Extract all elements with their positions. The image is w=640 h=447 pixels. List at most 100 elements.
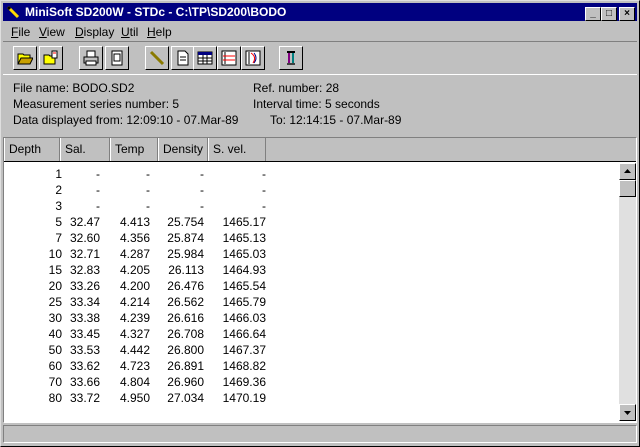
grid-header: Depth Sal. Temp Density S. vel. — [4, 138, 636, 162]
table-cell: 1465.79 — [222, 295, 266, 309]
table-cell: 33.62 — [69, 359, 100, 373]
minimize-button[interactable]: _ — [585, 7, 601, 21]
column-header-depth[interactable]: Depth — [4, 138, 60, 161]
scroll-up-button[interactable] — [619, 163, 636, 180]
table-cell: - — [200, 183, 204, 197]
print-preview-icon — [111, 50, 123, 66]
table-cell: 1465.13 — [222, 231, 266, 245]
table-cell: 33.38 — [69, 311, 100, 325]
table-cell: 4.442 — [119, 343, 150, 357]
profile-graph-icon — [245, 50, 261, 66]
table-cell: 4.205 — [119, 263, 150, 277]
table-row[interactable]: 50 33.53 4.442 26.800 1467.37 — [4, 343, 619, 359]
menu-view[interactable]: View — [39, 25, 65, 39]
maximize-button[interactable]: □ — [601, 7, 617, 21]
print-button[interactable] — [79, 46, 103, 70]
table-cell: 4.413 — [119, 215, 150, 229]
displayed-to: To: 12:14:15 - 07.Mar-89 — [270, 113, 402, 127]
print-preview-button[interactable] — [105, 46, 129, 70]
profile-graph-button[interactable] — [241, 46, 265, 70]
instrument-icon — [287, 51, 295, 65]
table-cell: 33.66 — [69, 375, 100, 389]
table-cell: 4.287 — [119, 247, 150, 261]
pen-icon — [149, 50, 165, 66]
table-row[interactable]: 5 32.47 4.413 25.754 1465.17 — [4, 215, 619, 231]
table-cell: - — [200, 199, 204, 213]
toolbar — [3, 41, 637, 75]
table-cell: 30 — [48, 311, 62, 325]
table-row[interactable]: 25 33.34 4.214 26.562 1465.79 — [4, 295, 619, 311]
column-header-temp[interactable]: Temp — [110, 138, 158, 161]
table-row[interactable]: 40 33.45 4.327 26.708 1466.64 — [4, 327, 619, 343]
vertical-scrollbar[interactable] — [619, 163, 636, 421]
table-cell: 4.327 — [119, 327, 150, 341]
table-cell: - — [262, 183, 266, 197]
interval-time: Interval time: 5 seconds — [253, 97, 380, 111]
scroll-thumb[interactable] — [619, 180, 636, 197]
scroll-down-button[interactable] — [619, 404, 636, 421]
table-cell: 4.200 — [119, 279, 150, 293]
table-row[interactable]: 1 - - - - — [4, 167, 619, 183]
table-cell: 4.804 — [119, 375, 150, 389]
table-cell: 26.708 — [167, 327, 204, 341]
table-row[interactable]: 15 32.83 4.205 26.113 1464.93 — [4, 263, 619, 279]
table-row[interactable]: 80 33.72 4.950 27.034 1470.19 — [4, 391, 619, 407]
title-bar[interactable]: MiniSoft SD200W - STDc - C:\TP\SD200\BOD… — [3, 3, 637, 21]
table-cell: 26.616 — [167, 311, 204, 325]
table-cell: 60 — [48, 359, 62, 373]
status-bar — [3, 425, 637, 443]
table-cell: 4.239 — [119, 311, 150, 325]
file-name: File name: BODO.SD2 — [13, 81, 135, 95]
menu-help[interactable]: Help — [147, 25, 172, 39]
table-row[interactable]: 70 33.66 4.804 26.960 1469.36 — [4, 375, 619, 391]
table-cell: - — [146, 183, 150, 197]
instrument-button[interactable] — [279, 46, 303, 70]
document-button[interactable] — [171, 46, 195, 70]
open-folder-button[interactable] — [13, 46, 37, 70]
graph-button[interactable] — [217, 46, 241, 70]
close-button[interactable]: × — [619, 7, 635, 21]
table-row[interactable]: 30 33.38 4.239 26.616 1466.03 — [4, 311, 619, 327]
table-cell: 80 — [48, 391, 62, 405]
menu-display[interactable]: Display — [75, 25, 114, 39]
table-cell: 33.45 — [69, 327, 100, 341]
table-row[interactable]: 3 - - - - — [4, 199, 619, 215]
table-button[interactable] — [193, 46, 217, 70]
column-header-density[interactable]: Density — [158, 138, 208, 161]
table-cell: 26.476 — [167, 279, 204, 293]
grid-rows: 1 - - - - 2 - - - - 3 - - - - 5 32.47 4.413 25.754 1465.17 7… — [4, 163, 619, 421]
table-cell: 40 — [48, 327, 62, 341]
table-icon — [197, 51, 213, 65]
arrow-down-icon — [624, 411, 631, 415]
data-grid: Depth Sal. Temp Density S. vel. 1 - - - - 2 - -… — [3, 137, 637, 423]
table-row[interactable]: 7 32.60 4.356 25.874 1465.13 — [4, 231, 619, 247]
column-header-salinity[interactable]: Sal. — [60, 138, 110, 161]
open-file-button[interactable] — [39, 46, 63, 70]
table-cell: 26.891 — [167, 359, 204, 373]
table-cell: - — [262, 199, 266, 213]
table-cell: 32.60 — [69, 231, 100, 245]
table-cell: 1465.03 — [222, 247, 266, 261]
table-cell: - — [146, 199, 150, 213]
table-cell: 33.34 — [69, 295, 100, 309]
table-cell: 4.214 — [119, 295, 150, 309]
menu-util[interactable]: Util — [121, 25, 138, 39]
table-cell: 7 — [55, 231, 62, 245]
table-cell: 4.950 — [119, 391, 150, 405]
table-cell: 33.72 — [69, 391, 100, 405]
column-header-sound-velocity[interactable]: S. vel. — [208, 138, 266, 161]
table-cell: 25.874 — [167, 231, 204, 245]
menu-file[interactable]: File — [11, 25, 30, 39]
table-row[interactable]: 2 - - - - — [4, 183, 619, 199]
pen-button[interactable] — [145, 46, 169, 70]
table-cell: 20 — [48, 279, 62, 293]
table-row[interactable]: 20 33.26 4.200 26.476 1465.54 — [4, 279, 619, 295]
table-cell: 3 — [55, 199, 62, 213]
table-cell: 32.47 — [69, 215, 100, 229]
document-icon — [177, 50, 189, 66]
table-row[interactable]: 60 33.62 4.723 26.891 1468.82 — [4, 359, 619, 375]
open-folder-icon — [17, 53, 33, 65]
table-cell: - — [96, 199, 100, 213]
menu-bar: File View Display Util Help — [3, 23, 637, 41]
table-row[interactable]: 10 32.71 4.287 25.984 1465.03 — [4, 247, 619, 263]
